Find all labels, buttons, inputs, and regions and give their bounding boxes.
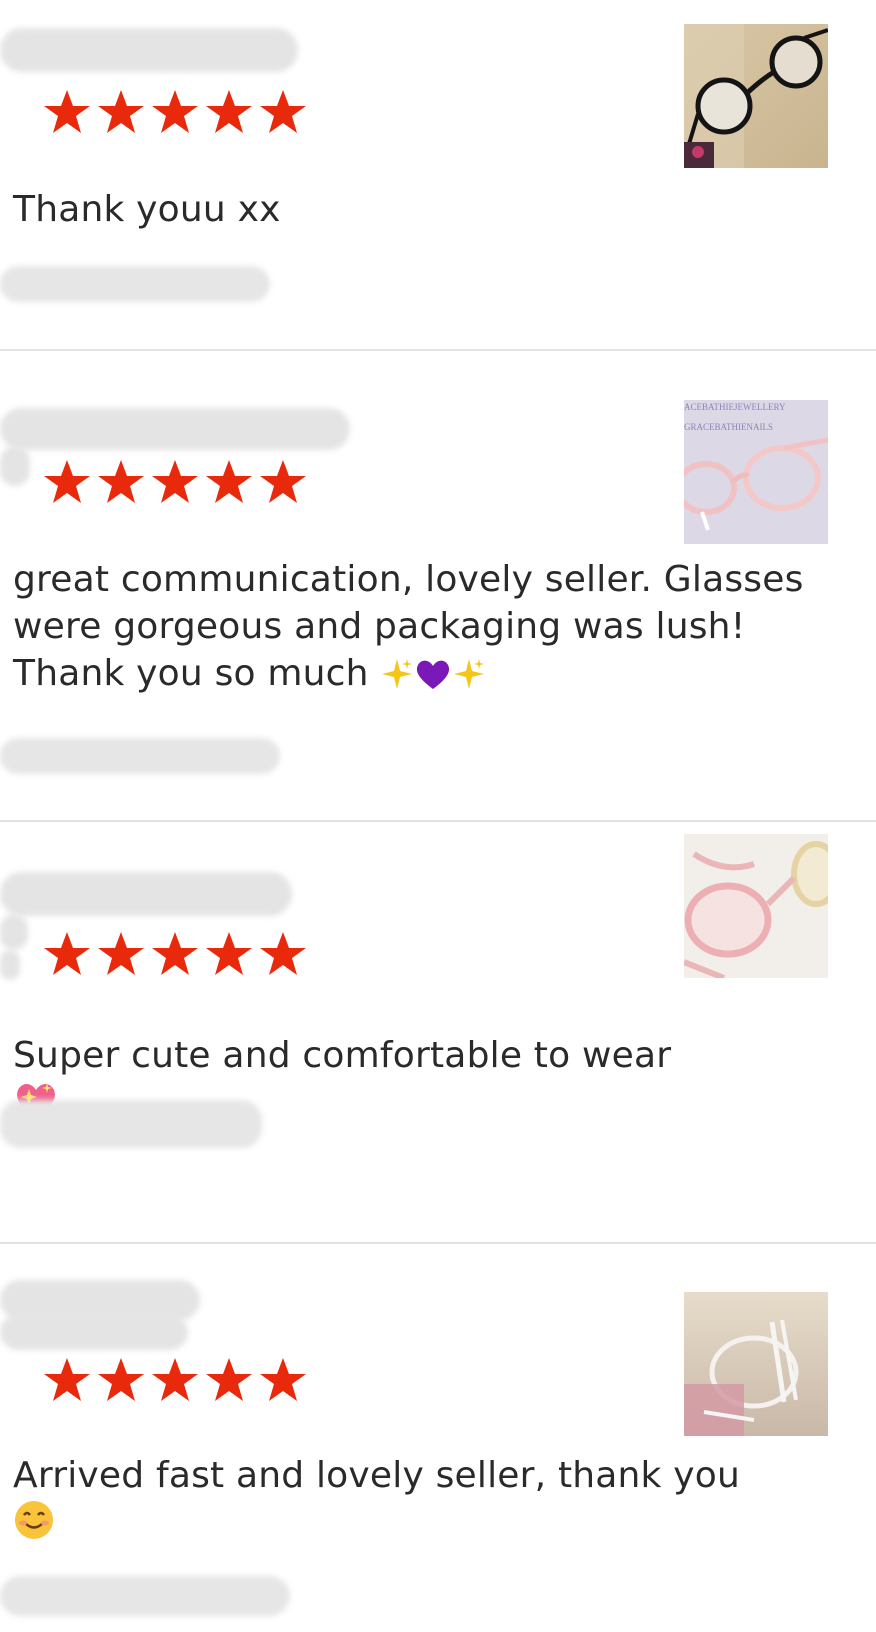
star-icon (44, 460, 90, 503)
photo-watermark: ACEBATHIEJEWELLERY (684, 402, 786, 412)
star-icon (44, 932, 90, 975)
review-photo[interactable] (684, 24, 828, 168)
star-icon (206, 460, 252, 503)
star-icon (260, 460, 306, 503)
review-text: Arrived fast and lovely seller, thank yo… (13, 1452, 773, 1553)
star-rating (42, 458, 308, 506)
star-icon (260, 90, 306, 133)
reviewer-name-redacted (0, 872, 292, 916)
review-item: Super cute and comfortable to wear (0, 822, 876, 1242)
star-icon (260, 1358, 306, 1401)
review-item: Thank youu xx (0, 0, 876, 350)
review-date-redacted (0, 738, 280, 774)
clear-glasses-photo-icon (684, 1292, 828, 1436)
star-icon (206, 1358, 252, 1401)
reviewer-name-redacted (0, 950, 20, 980)
star-icon (206, 932, 252, 975)
pink-gold-glasses-photo-icon (684, 834, 828, 978)
review-text: great communication, lovely seller. Glas… (13, 556, 833, 703)
photo-watermark: GRACEBATHIENAILS (684, 422, 773, 432)
smiling-face-icon (13, 1499, 55, 1553)
star-icon (98, 932, 144, 975)
review-photo[interactable] (684, 1292, 828, 1436)
review-photo[interactable]: ACEBATHIEJEWELLERY GRACEBATHIENAILS (684, 400, 828, 544)
review-item: Arrived fast and lovely seller, thank yo… (0, 1244, 876, 1632)
star-icon (152, 90, 198, 133)
reviewer-name-redacted (0, 914, 28, 950)
star-icon (152, 460, 198, 503)
reviewer-name-redacted (0, 28, 298, 72)
reviewer-name-redacted (0, 1314, 188, 1350)
sparkles-icon (452, 656, 486, 703)
sparkles-icon (380, 656, 414, 703)
star-icon (44, 90, 90, 133)
star-icon (98, 90, 144, 133)
black-glasses-photo-icon (684, 24, 828, 168)
star-icon (206, 90, 252, 133)
review-date-redacted (0, 266, 270, 302)
star-rating (42, 930, 308, 978)
star-icon (152, 932, 198, 975)
star-icon (44, 1358, 90, 1401)
review-text-content: Arrived fast and lovely seller, thank yo… (13, 1455, 740, 1496)
star-icon (98, 460, 144, 503)
review-photo[interactable] (684, 834, 828, 978)
review-text: Thank youu xx (13, 189, 281, 230)
star-icon (152, 1358, 198, 1401)
star-icon (98, 1358, 144, 1401)
review-item: great communication, lovely seller. Glas… (0, 350, 876, 820)
review-text-content: Super cute and comfortable to wear (13, 1035, 672, 1076)
purple-heart-icon (414, 656, 452, 703)
review-date-redacted (0, 1576, 290, 1616)
reviewer-name-redacted (0, 408, 350, 450)
star-icon (260, 932, 306, 975)
reviewer-name-redacted (0, 446, 30, 486)
star-rating (42, 1356, 308, 1404)
star-rating (42, 88, 308, 136)
review-date-redacted (0, 1100, 262, 1148)
